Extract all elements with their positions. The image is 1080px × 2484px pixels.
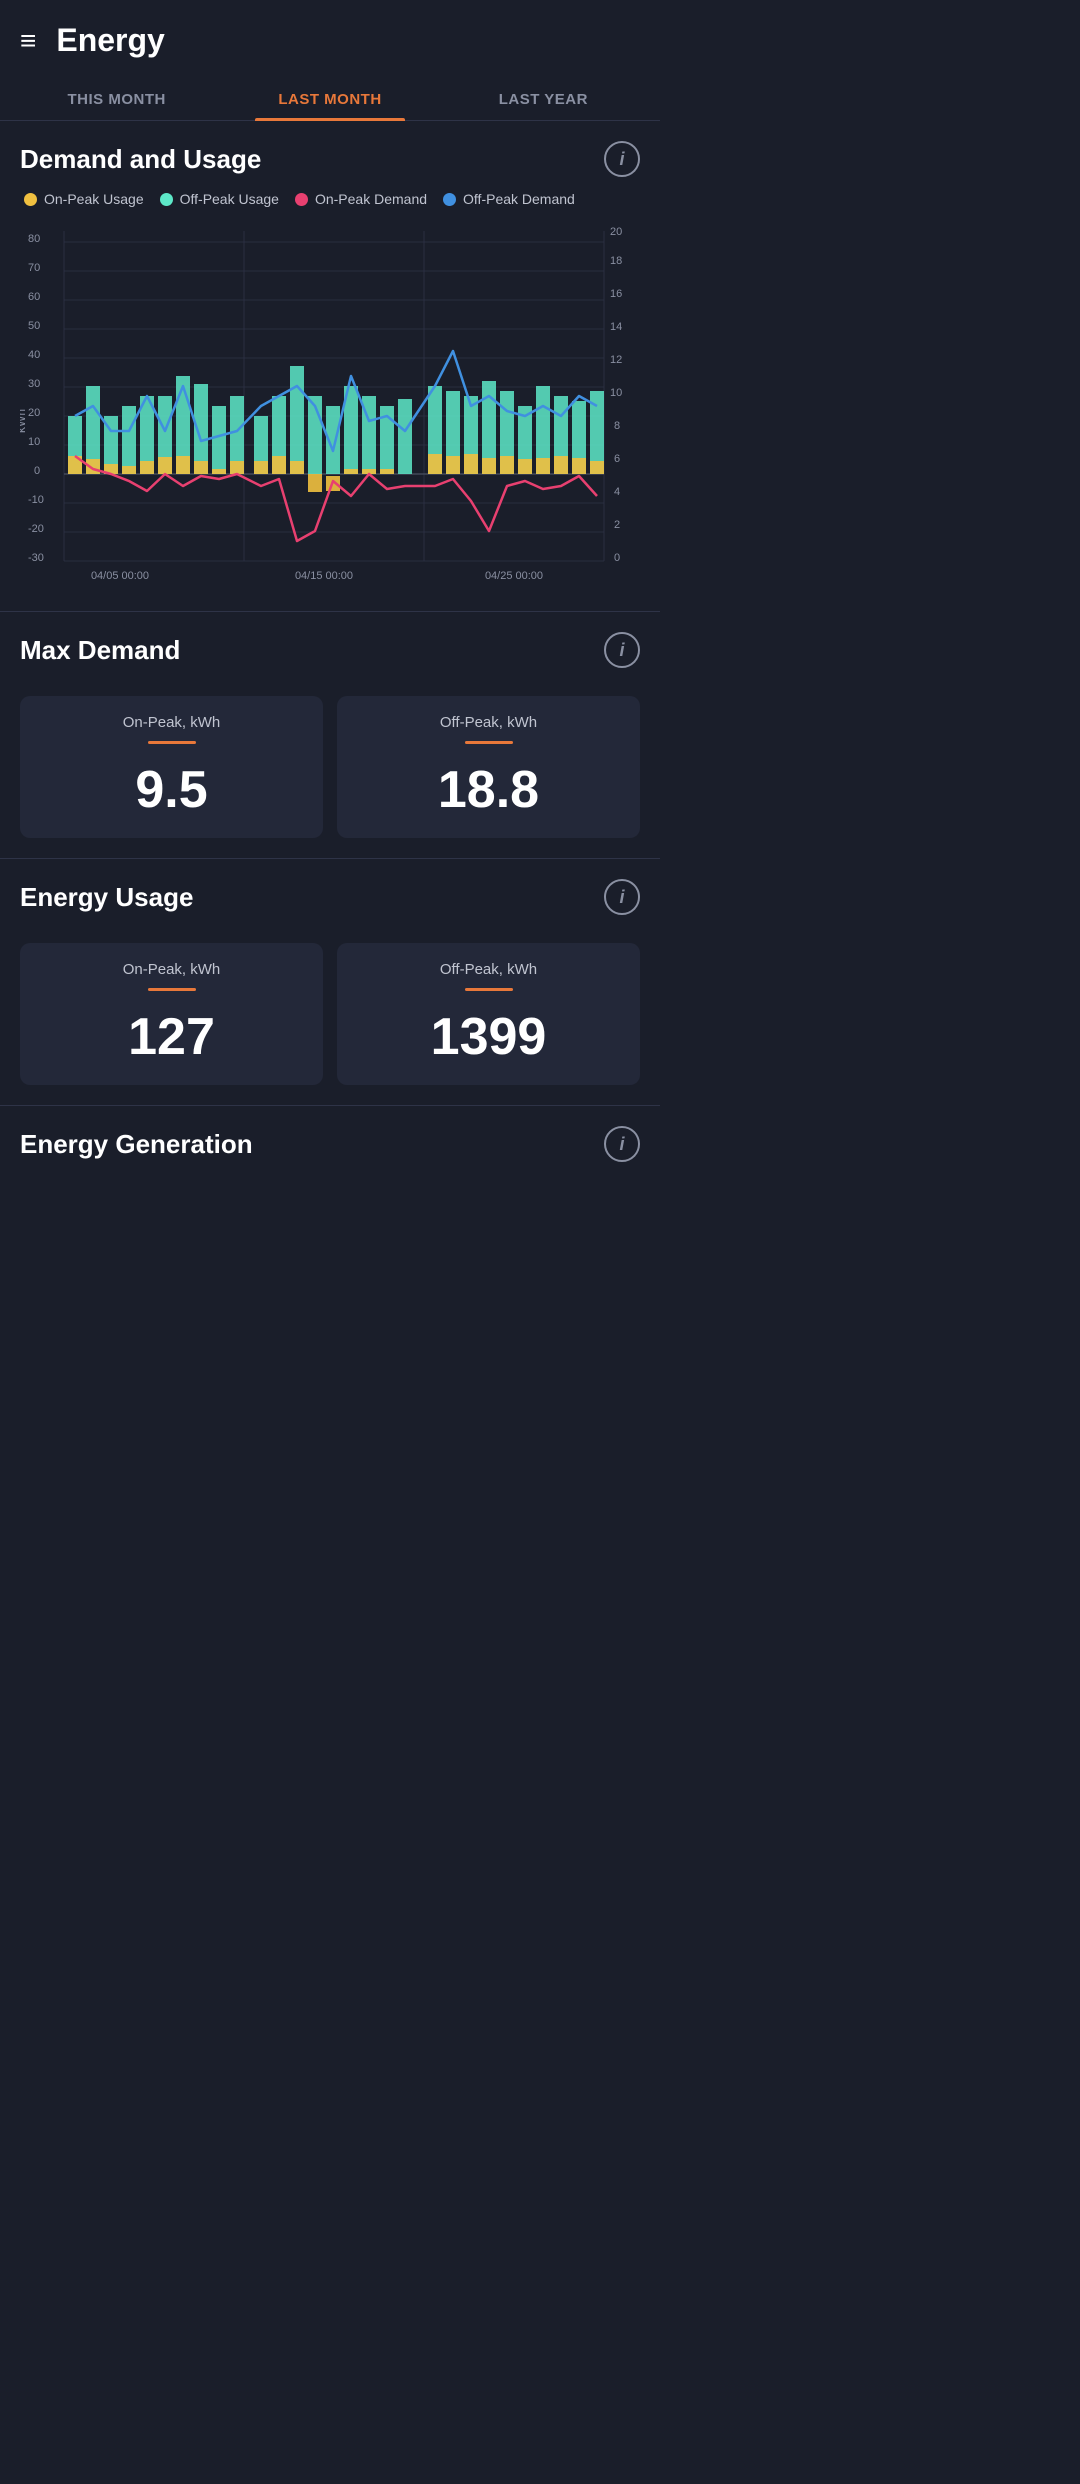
svg-text:04/25 00:00: 04/25 00:00: [485, 570, 543, 582]
demand-usage-title: Demand and Usage: [20, 144, 261, 175]
legend-on-peak-usage: On-Peak Usage: [24, 191, 144, 207]
svg-text:8: 8: [614, 420, 620, 432]
on-peak-usage-label: On-Peak Usage: [44, 191, 144, 207]
on-peak-usage-dot: [24, 193, 37, 206]
svg-text:50: 50: [28, 320, 40, 332]
max-demand-off-peak-card: Off-Peak, kWh 18.8: [337, 696, 640, 838]
svg-text:4: 4: [614, 486, 620, 498]
energy-generation-section: Energy Generation i: [0, 1106, 660, 1188]
svg-text:14: 14: [610, 321, 622, 333]
tab-last-year[interactable]: LAST YEAR: [437, 75, 650, 120]
off-peak-demand-label: Off-Peak Demand: [463, 191, 575, 207]
svg-text:10: 10: [610, 387, 622, 399]
menu-icon[interactable]: ≡: [20, 25, 36, 57]
chart-svg: -30 -20 -10 0 10 20 30 40 50 60 70 80 kW…: [20, 221, 640, 601]
svg-text:40: 40: [28, 349, 40, 361]
energy-generation-title: Energy Generation: [20, 1129, 253, 1160]
svg-text:0: 0: [614, 552, 620, 564]
tab-bar: THIS MONTH LAST MONTH LAST YEAR: [0, 75, 660, 121]
demand-usage-section: Demand and Usage i On-Peak Usage Off-Pea…: [0, 121, 660, 601]
max-demand-info-icon[interactable]: i: [604, 632, 640, 668]
off-peak-demand-dot: [443, 193, 456, 206]
energy-usage-info-icon[interactable]: i: [604, 879, 640, 915]
max-demand-section: Max Demand i: [0, 612, 660, 668]
energy-usage-on-peak-card: On-Peak, kWh 127: [20, 943, 323, 1085]
max-demand-header: Max Demand i: [20, 632, 640, 668]
chart-legend: On-Peak Usage Off-Peak Usage On-Peak Dem…: [20, 191, 640, 207]
svg-text:30: 30: [28, 378, 40, 390]
energy-generation-info-icon[interactable]: i: [604, 1126, 640, 1162]
svg-text:20: 20: [28, 407, 40, 419]
demand-usage-header: Demand and Usage i: [20, 141, 640, 177]
svg-text:04/05 00:00: 04/05 00:00: [91, 570, 149, 582]
svg-text:60: 60: [28, 291, 40, 303]
svg-text:-10: -10: [28, 494, 44, 506]
tab-this-month[interactable]: THIS MONTH: [10, 75, 223, 120]
svg-text:kWh: kWh: [20, 409, 28, 433]
svg-text:12: 12: [610, 354, 622, 366]
energy-usage-on-peak-label: On-Peak, kWh: [123, 961, 221, 978]
page-title: Energy: [56, 22, 164, 59]
energy-generation-header: Energy Generation i: [20, 1126, 640, 1162]
svg-text:0: 0: [34, 465, 40, 477]
max-demand-off-peak-label: Off-Peak, kWh: [440, 714, 537, 731]
demand-usage-chart: -30 -20 -10 0 10 20 30 40 50 60 70 80 kW…: [20, 221, 640, 601]
max-demand-on-peak-value: 9.5: [135, 760, 207, 820]
max-demand-cards: On-Peak, kWh 9.5 Off-Peak, kWh 18.8: [0, 682, 660, 858]
on-peak-demand-label: On-Peak Demand: [315, 191, 427, 207]
svg-text:-20: -20: [28, 523, 44, 535]
energy-usage-section: Energy Usage i: [0, 859, 660, 915]
svg-text:04/15 00:00: 04/15 00:00: [295, 570, 353, 582]
legend-on-peak-demand: On-Peak Demand: [295, 191, 427, 207]
svg-text:10: 10: [28, 436, 40, 448]
energy-usage-cards: On-Peak, kWh 127 Off-Peak, kWh 1399: [0, 929, 660, 1105]
svg-text:70: 70: [28, 262, 40, 274]
energy-usage-off-peak-label: Off-Peak, kWh: [440, 961, 537, 978]
energy-usage-off-peak-value: 1399: [431, 1007, 547, 1067]
max-demand-on-peak-label: On-Peak, kWh: [123, 714, 221, 731]
off-peak-usage-dot: [160, 193, 173, 206]
max-demand-on-peak-card: On-Peak, kWh 9.5: [20, 696, 323, 838]
energy-usage-on-peak-underline: [148, 988, 196, 991]
energy-usage-off-peak-card: Off-Peak, kWh 1399: [337, 943, 640, 1085]
svg-text:20: 20: [610, 226, 622, 238]
max-demand-off-peak-underline: [465, 741, 513, 744]
legend-off-peak-usage: Off-Peak Usage: [160, 191, 279, 207]
energy-usage-off-peak-underline: [465, 988, 513, 991]
on-peak-demand-dot: [295, 193, 308, 206]
max-demand-on-peak-underline: [148, 741, 196, 744]
energy-usage-title: Energy Usage: [20, 882, 193, 913]
svg-text:-30: -30: [28, 552, 44, 564]
energy-usage-header: Energy Usage i: [20, 879, 640, 915]
demand-usage-info-icon[interactable]: i: [604, 141, 640, 177]
energy-usage-on-peak-value: 127: [128, 1007, 215, 1067]
svg-text:80: 80: [28, 233, 40, 245]
max-demand-off-peak-value: 18.8: [438, 760, 539, 820]
svg-text:16: 16: [610, 288, 622, 300]
header: ≡ Energy: [0, 0, 660, 75]
svg-text:2: 2: [614, 519, 620, 531]
legend-off-peak-demand: Off-Peak Demand: [443, 191, 575, 207]
off-peak-usage-label: Off-Peak Usage: [180, 191, 279, 207]
max-demand-title: Max Demand: [20, 635, 180, 666]
svg-text:6: 6: [614, 453, 620, 465]
svg-text:18: 18: [610, 255, 622, 267]
tab-last-month[interactable]: LAST MONTH: [223, 75, 436, 120]
